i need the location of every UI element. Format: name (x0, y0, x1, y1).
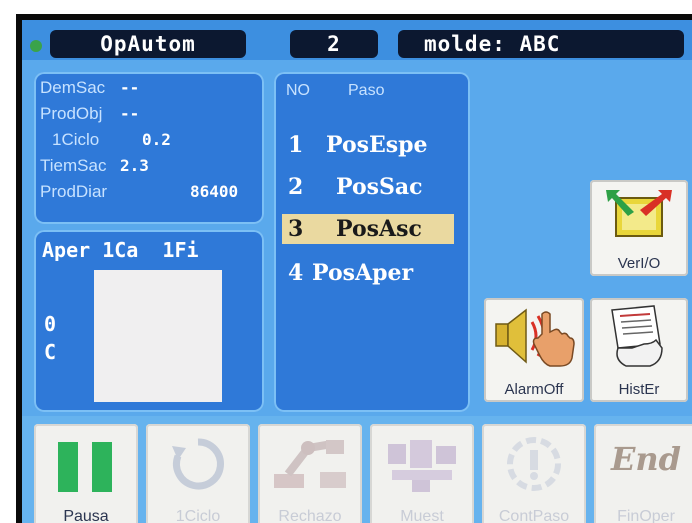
stat-label: 1Ciclo (52, 130, 100, 149)
step-number: 2 (288, 174, 304, 200)
stat-value: -- (120, 104, 140, 123)
reject-label: Rechazo (278, 508, 342, 523)
stat-row: ProdDiar 86400 (40, 182, 238, 202)
step-row[interactable]: 1 PosEspe (282, 130, 454, 160)
alarm-off-label: AlarmOff (504, 381, 564, 398)
end-icon: End (610, 440, 682, 478)
steps-panel: NO Paso 1 PosEspe 2 PosSac 3 PosAsc 4 Po… (274, 72, 470, 412)
stat-value: 86400 (190, 182, 239, 201)
sample-label: Muest (400, 508, 444, 523)
pause-button[interactable]: Pausa (34, 424, 138, 523)
opening-title: Aper 1Ca 1Fi (42, 238, 199, 262)
pause-label: Pausa (63, 508, 109, 523)
pause-icon-bar (92, 442, 112, 492)
cycle-number-display: 2 (290, 30, 378, 58)
stats-panel: DemSac -- ProdObj -- 1Ciclo 0.2 TiemSac … (34, 72, 264, 224)
mold-display: molde: ABC (398, 30, 684, 58)
sample-machine-icon (388, 440, 456, 492)
opening-value: 0 (44, 312, 57, 336)
end-operation-label: FinOper (617, 508, 675, 523)
alarm-off-button[interactable]: AlarmOff (484, 298, 584, 402)
sample-button[interactable]: Muest (370, 424, 474, 523)
step-number: 4 (288, 260, 304, 286)
position-gauge-box (94, 270, 222, 402)
step-row-selected[interactable]: 3 PosAsc (282, 214, 454, 244)
robot-arm-icon (274, 440, 346, 488)
step-row[interactable]: 2 PosSac (282, 172, 454, 202)
stat-row: 1Ciclo 0.2 (52, 130, 171, 150)
stat-row: TiemSac 2.3 (40, 156, 149, 176)
mode-display: OpAutom (50, 30, 246, 58)
view-io-label: VerI/O (617, 255, 661, 272)
view-io-button[interactable]: VerI/O (590, 180, 688, 276)
document-hand-icon (611, 305, 663, 367)
step-name: PosAper (312, 260, 414, 286)
stat-value: -- (120, 78, 140, 97)
step-row[interactable]: 4 PosAper (282, 258, 454, 288)
pause-icon (58, 442, 78, 492)
speaker-mute-icon (495, 308, 575, 367)
end-operation-button[interactable]: End FinOper (594, 424, 692, 523)
step-counter-icon (507, 437, 561, 491)
reject-button[interactable]: Rechazo (258, 424, 362, 523)
error-history-label: HistEr (618, 381, 660, 398)
steps-col-step: Paso (348, 82, 385, 99)
step-name: PosSac (336, 174, 423, 200)
stat-label: TiemSac (40, 156, 107, 175)
step-count-label: ContPaso (498, 508, 570, 523)
stat-label: ProdDiar (40, 182, 108, 201)
hmi-screen: OpAutom 2 molde: ABC DemSac -- ProdObj -… (16, 14, 692, 523)
step-name: PosEspe (326, 132, 428, 158)
cycle-arrows-icon (172, 438, 224, 490)
io-arrows-icon (606, 190, 672, 237)
top-bar: OpAutom 2 molde: ABC (22, 20, 692, 60)
stat-value: 2.3 (120, 156, 149, 175)
single-cycle-button[interactable]: 1Ciclo (146, 424, 250, 523)
step-number: 1 (288, 132, 304, 158)
stat-label: DemSac (40, 78, 106, 97)
stat-value: 0.2 (142, 130, 171, 149)
single-cycle-label: 1Ciclo (175, 508, 221, 523)
opening-panel: Aper 1Ca 1Fi 0 C (34, 230, 264, 412)
step-count-button[interactable]: ContPaso (482, 424, 586, 523)
stat-label: ProdObj (40, 104, 103, 123)
opening-unit: C (44, 340, 57, 364)
stat-row: ProdObj -- (40, 104, 139, 124)
status-led-icon (30, 40, 42, 52)
error-history-button[interactable]: HistEr (590, 298, 688, 402)
stat-row: DemSac -- (40, 78, 139, 98)
step-number: 3 (288, 216, 304, 242)
steps-col-no: NO (286, 82, 310, 99)
step-name: PosAsc (336, 216, 422, 242)
